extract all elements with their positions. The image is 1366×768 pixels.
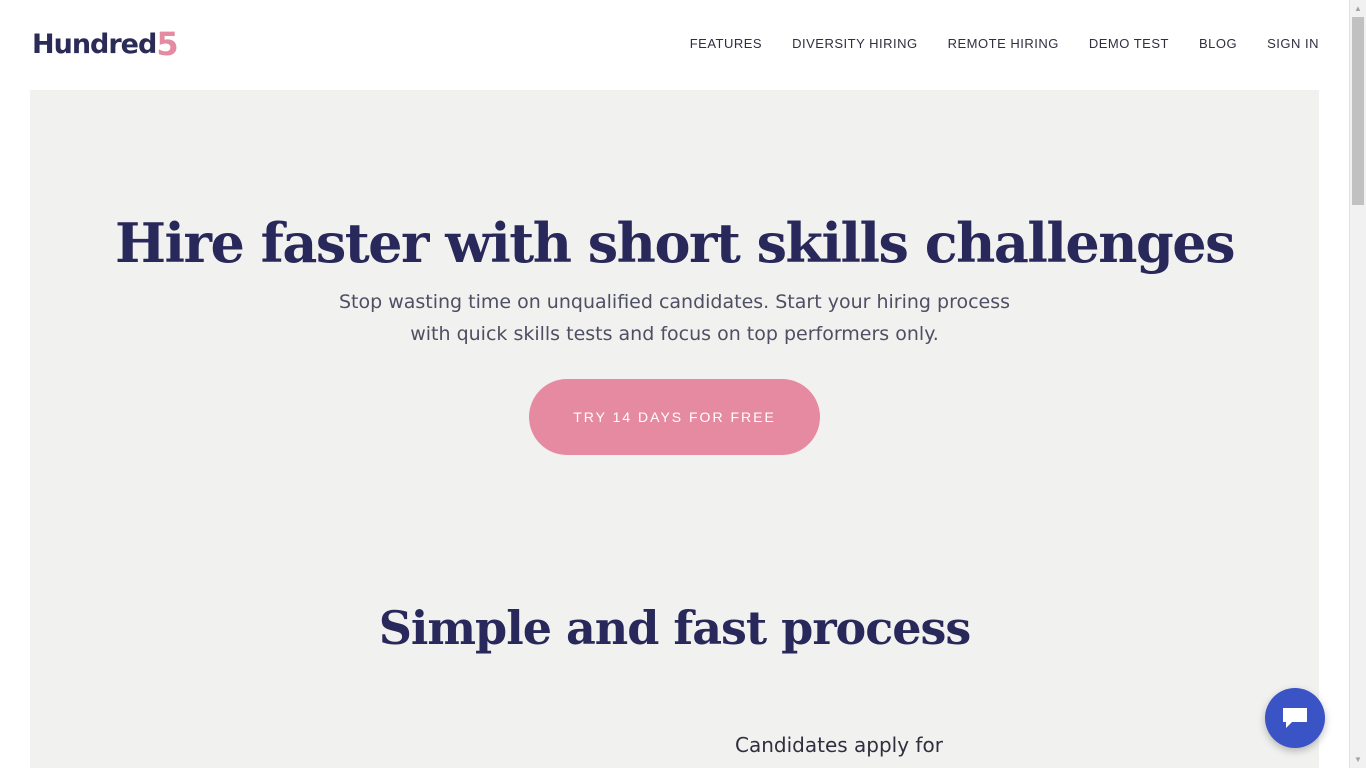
hero-subtitle-line-2: with quick skills tests and focus on top… [410,323,939,345]
nav-features[interactable]: FEATURES [690,36,762,52]
nav-demo-test[interactable]: DEMO TEST [1089,36,1169,52]
logo-digit: 5 [156,25,178,63]
hero-subtitle: Stop wasting time on unqualified candida… [30,286,1319,350]
nav-blog[interactable]: BLOG [1199,36,1237,52]
hero-subtitle-line-1: Stop wasting time on unqualified candida… [338,291,1011,313]
nav-remote-hiring[interactable]: REMOTE HIRING [948,36,1059,52]
try-free-button[interactable]: TRY 14 DAYS FOR FREE [529,379,820,455]
vertical-scrollbar[interactable]: ▲ ▼ [1349,0,1366,768]
nav-sign-in[interactable]: SIGN IN [1267,36,1319,52]
scrollbar-thumb[interactable] [1352,17,1364,205]
main-nav: FEATURES DIVERSITY HIRING REMOTE HIRING … [660,36,1319,52]
nav-diversity-hiring[interactable]: DIVERSITY HIRING [792,36,918,52]
hero-title: Hire faster with short skills challenges [114,211,1236,275]
scroll-down-arrow-icon[interactable]: ▼ [1350,751,1366,768]
hero-section: Hire faster with short skills challenges… [30,90,1319,768]
process-step-text: Candidates apply for [735,733,943,757]
scroll-up-arrow-icon[interactable]: ▲ [1350,0,1366,17]
hundred5-logo[interactable]: Hundred 5 [32,25,179,63]
chat-button[interactable] [1265,688,1325,748]
site-header: Hundred 5 FEATURES DIVERSITY HIRING REMOT… [0,0,1349,90]
logo-text: Hundred [32,28,157,60]
chat-bubble-icon [1283,708,1307,728]
process-title: Simple and fast process [378,601,972,655]
